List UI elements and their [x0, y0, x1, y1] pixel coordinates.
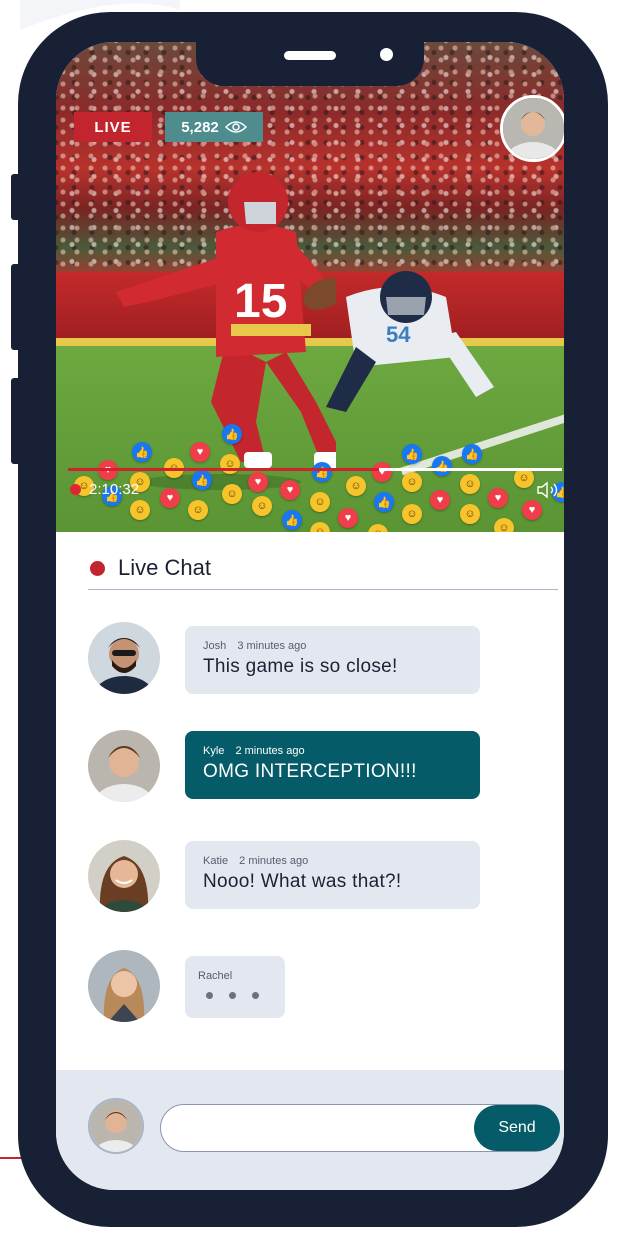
viewer-count-badge: 5,282: [165, 112, 263, 142]
jersey-number: 15: [234, 275, 287, 328]
send-button[interactable]: Send: [474, 1105, 560, 1151]
avatar-josh-image: [88, 622, 160, 694]
smile-icon: ☺: [252, 496, 272, 516]
message-meta: Kyle 2 minutes ago: [203, 745, 462, 757]
current-user-avatar[interactable]: [88, 1098, 144, 1154]
heart-icon: ♥: [160, 488, 180, 508]
message-author: Katie: [203, 855, 229, 867]
message-meta: Katie 2 minutes ago: [203, 855, 462, 867]
live-chat-header: Live Chat: [88, 552, 558, 590]
avatar-kyle[interactable]: [88, 730, 160, 802]
avatar-katie[interactable]: [88, 840, 160, 912]
heart-icon: ♥: [522, 500, 542, 520]
typing-dots: [206, 992, 272, 999]
camera: [380, 48, 393, 61]
chat-message: Katie 2 minutes ago Nooo! What was that?…: [185, 841, 480, 909]
smile-icon: ☺: [402, 472, 422, 492]
like-icon: 👍: [312, 462, 332, 482]
smile-icon: ☺: [310, 492, 330, 512]
message-text: Nooo! What was that?!: [203, 871, 402, 892]
message-meta: Josh 3 minutes ago: [203, 640, 462, 652]
host-avatar[interactable]: [500, 95, 564, 162]
message-text: OMG INTERCEPTION!!!: [203, 761, 417, 782]
heart-icon: ♥: [488, 488, 508, 508]
live-chat-title: Live Chat: [118, 555, 211, 580]
like-icon: 👍: [374, 492, 394, 512]
like-icon: 👍: [132, 442, 152, 462]
avatar-katie-image: [88, 840, 160, 912]
smile-icon: ☺: [346, 476, 366, 496]
message-time: 2 minutes ago: [239, 855, 309, 867]
typing-dot: [229, 992, 236, 999]
phone-screen: 15 54 LIVE 5,282 ☺ 👍 👍 ☺ ☺ ♥ ♥ 👍 ☺ ☺ 👍 ☺…: [56, 42, 564, 1190]
smile-icon: ☺: [220, 454, 240, 474]
like-icon: 👍: [432, 456, 452, 476]
message-author: Josh: [203, 640, 227, 652]
chat-message-highlight: Kyle 2 minutes ago OMG INTERCEPTION!!!: [185, 731, 480, 799]
live-video[interactable]: 15 54 LIVE 5,282 ☺ 👍 👍 ☺ ☺ ♥ ♥ 👍 ☺ ☺ 👍 ☺…: [56, 42, 564, 532]
message-text: This game is so close!: [203, 656, 398, 677]
message-composer: Send: [56, 1070, 564, 1190]
eye-icon: [224, 121, 247, 133]
viewer-count: 5,282: [181, 118, 219, 136]
like-icon: 👍: [192, 470, 212, 490]
heart-icon: ♥: [248, 472, 268, 492]
like-icon: 👍: [462, 444, 482, 464]
message-author: Kyle: [203, 745, 225, 757]
video-progress-bar[interactable]: [68, 468, 562, 471]
smile-icon: ☺: [494, 518, 514, 532]
smile-icon: ☺: [460, 504, 480, 524]
avatar-rachel[interactable]: [88, 950, 160, 1022]
volume-icon[interactable]: [536, 481, 562, 499]
speaker: [284, 51, 336, 60]
elapsed-time: 2:10:32: [89, 481, 140, 498]
smile-icon: ☺: [460, 474, 480, 494]
smile-icon: ☺: [402, 504, 422, 524]
like-icon: 👍: [402, 444, 422, 464]
chat-message: Josh 3 minutes ago This game is so close…: [185, 626, 480, 694]
message-time: 3 minutes ago: [237, 640, 307, 652]
host-avatar-image: [503, 98, 564, 159]
smile-icon: ☺: [514, 468, 534, 488]
phone-notch: [196, 42, 424, 86]
heart-icon: ♥: [372, 462, 392, 482]
like-icon: 👍: [282, 510, 302, 530]
message-time: 2 minutes ago: [235, 745, 305, 757]
avatar-kyle-image: [88, 730, 160, 802]
smile-icon: ☺: [130, 500, 150, 520]
heart-icon: ♥: [430, 490, 450, 510]
typing-indicator: Rachel: [185, 956, 285, 1018]
typing-author: Rachel: [198, 970, 233, 982]
live-record-dot: [70, 484, 81, 495]
like-icon: 👍: [222, 424, 242, 444]
avatar-rachel-image: [88, 950, 160, 1022]
video-progress-fill: [68, 468, 380, 471]
avatar-josh[interactable]: [88, 622, 160, 694]
current-user-avatar-image: [90, 1100, 142, 1152]
heart-icon: ♥: [190, 442, 210, 462]
heart-icon: ♥: [338, 508, 358, 528]
smile-icon: ☺: [188, 500, 208, 520]
smile-icon: ☺: [222, 484, 242, 504]
opponent-jersey-number: 54: [386, 322, 411, 347]
heart-icon: ♥: [280, 480, 300, 500]
live-indicator-dot: [90, 561, 105, 576]
typing-dot: [206, 992, 213, 999]
typing-dot: [252, 992, 259, 999]
live-badge: LIVE: [74, 112, 152, 142]
